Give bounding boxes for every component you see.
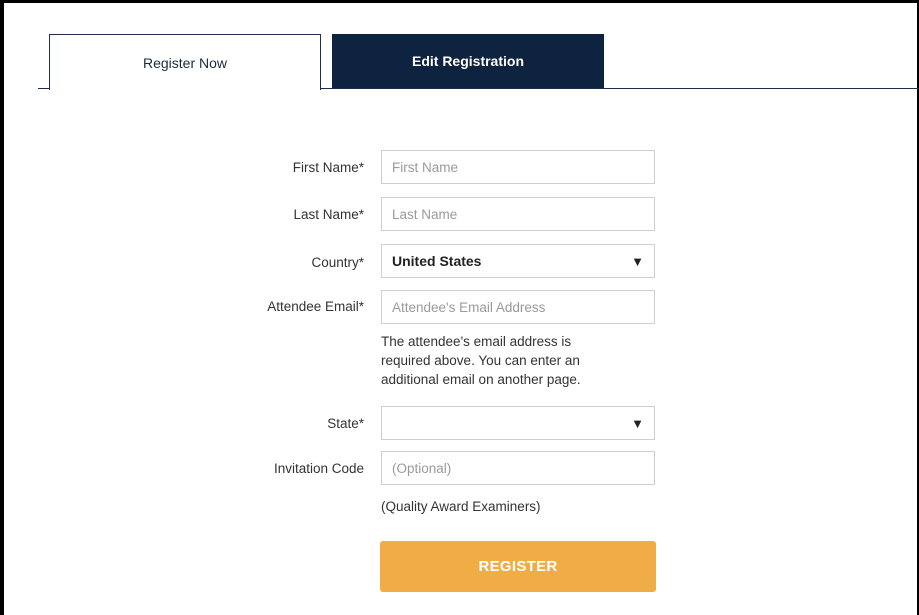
register-button[interactable]: REGISTER	[380, 541, 656, 592]
last-name-label: Last Name*	[293, 207, 364, 222]
country-select[interactable]: United States ▼	[381, 244, 655, 278]
state-select[interactable]: ▼	[381, 406, 655, 440]
chevron-down-icon: ▼	[631, 415, 644, 431]
email-help-line: additional email on another page.	[381, 372, 581, 387]
invitation-code-label: Invitation Code	[273, 461, 364, 476]
tab-edit-registration[interactable]: Edit Registration	[332, 34, 604, 88]
invitation-code-note: (Quality Award Examiners)	[381, 499, 541, 514]
country-select-value: United States	[392, 253, 482, 269]
attendee-email-label: Attendee Email*	[267, 299, 364, 314]
invitation-code-input[interactable]	[381, 451, 655, 485]
email-help-text: The attendee's email address is required…	[381, 332, 671, 389]
last-name-input[interactable]	[381, 197, 655, 231]
attendee-email-input[interactable]	[381, 290, 655, 324]
first-name-input[interactable]	[381, 150, 655, 184]
first-name-label: First Name*	[292, 160, 364, 175]
chevron-down-icon: ▼	[631, 253, 644, 269]
tab-register-now-label: Register Now	[142, 54, 228, 71]
tab-register-now[interactable]: Register Now	[49, 34, 321, 90]
state-label: State*	[327, 416, 364, 431]
email-help-line: The attendee's email address is	[381, 334, 572, 349]
country-label: Country*	[311, 255, 364, 270]
tab-edit-registration-label: Edit Registration	[411, 53, 524, 69]
email-help-line: required above. You can enter an	[381, 353, 580, 368]
